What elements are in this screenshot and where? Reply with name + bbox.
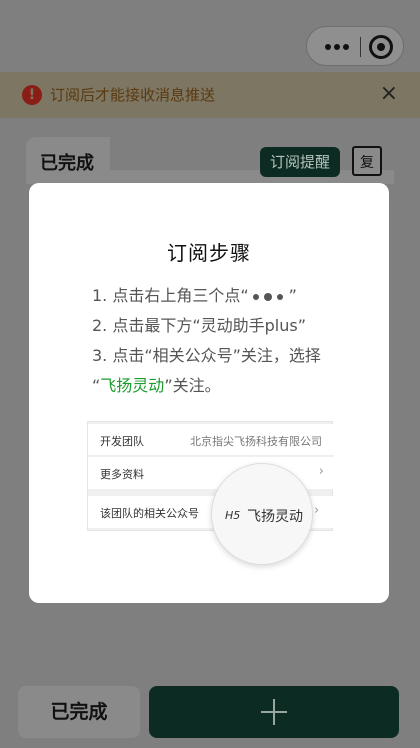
row-label: 开发团队 xyxy=(100,435,144,448)
subscribe-reminder-button[interactable]: 订阅提醒 xyxy=(260,147,340,177)
step-3-continued: “飞扬灵动”关注。 xyxy=(92,371,362,401)
steps-list: 1. 点击右上角三个点“ ” 2. 点击最下方“灵动助手plus” 3. 点击“相… xyxy=(92,281,362,401)
tab-completed-label: 已完成 xyxy=(40,153,94,174)
subscribe-steps-modal: 订阅步骤 1. 点击右上角三个点“ ” 2. 点击最下方“灵动助手plus” 3.… xyxy=(29,183,389,603)
step-3-highlight: 飞扬灵动 xyxy=(100,376,165,395)
subscribe-banner: ! 订阅后才能接收消息推送 × xyxy=(0,72,420,118)
modal-title: 订阅步骤 xyxy=(167,241,251,265)
step-1-suffix: ” xyxy=(288,286,297,305)
illustration-row-dev-team: 开发团队 北京指尖飞扬科技有限公司 xyxy=(88,424,334,456)
step-3-quote-close: ”关注。 xyxy=(164,376,221,395)
step-1-text: 1. 点击右上角三个点“ xyxy=(92,286,249,305)
capsule-divider xyxy=(360,37,361,57)
add-button[interactable] xyxy=(149,686,399,738)
target-circle-icon[interactable] xyxy=(369,35,393,59)
mini-program-capsule xyxy=(306,26,404,66)
chevron-right-icon: › xyxy=(314,503,320,518)
more-dots-icon[interactable] xyxy=(325,41,351,53)
magnifier-callout: H5 飞扬灵动 xyxy=(211,463,313,565)
chevron-right-icon: › xyxy=(318,464,324,479)
plus-icon-vertical xyxy=(273,699,275,725)
row-label: 该团队的相关公众号 xyxy=(100,507,199,520)
step-2: 2. 点击最下方“灵动助手plus” xyxy=(92,316,307,335)
copy-button[interactable]: 复 xyxy=(352,146,382,176)
more-dots-icon xyxy=(249,291,289,303)
completed-button[interactable]: 已完成 xyxy=(18,686,140,738)
row-label: 更多资料 xyxy=(100,468,144,481)
step-3: 3. 点击“相关公众号”关注，选择 xyxy=(92,346,321,365)
close-icon[interactable]: × xyxy=(380,83,398,105)
account-name: 飞扬灵动 xyxy=(247,509,303,525)
row-value: 北京指尖飞扬科技有限公司 xyxy=(190,435,322,448)
banner-text: 订阅后才能接收消息推送 xyxy=(50,86,216,104)
alert-icon: ! xyxy=(22,85,42,105)
step-1: 1. 点击右上角三个点“ ” xyxy=(92,281,362,311)
h5-badge: H5 xyxy=(225,509,241,522)
tab-completed[interactable]: 已完成 xyxy=(26,137,110,183)
copy-label: 复 xyxy=(360,155,374,171)
